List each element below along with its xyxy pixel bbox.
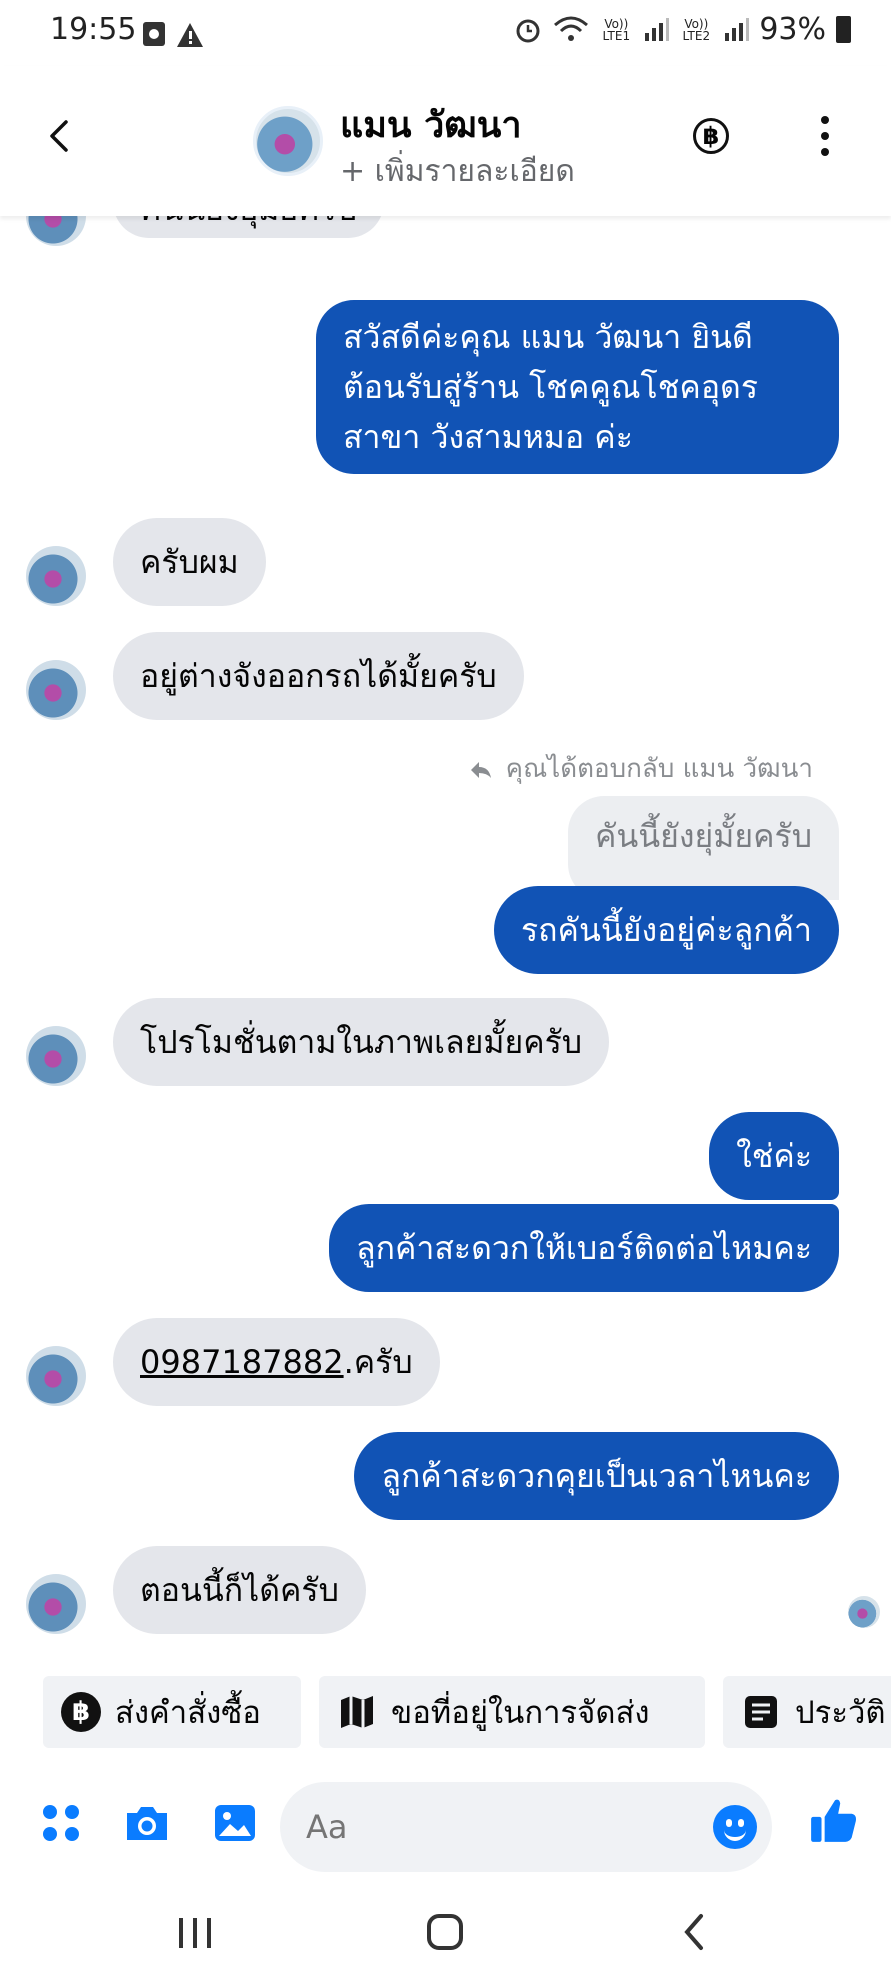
document-icon — [741, 1692, 781, 1732]
outgoing-message[interactable]: ลูกค้าสะดวกคุยเป็นเวลาไหนคะ — [354, 1432, 839, 1520]
contact-name[interactable]: แมน วัฒนา — [340, 96, 522, 153]
sender-avatar — [26, 1574, 86, 1634]
outgoing-message[interactable]: ใช่ค่ะ — [709, 1112, 839, 1200]
battery-icon — [836, 16, 851, 43]
seen-indicator-avatar — [848, 1596, 880, 1628]
message-input[interactable] — [280, 1782, 772, 1872]
map-icon — [337, 1692, 377, 1732]
apps-grid-icon[interactable] — [36, 1798, 86, 1848]
sender-avatar — [26, 1346, 86, 1406]
status-right: Vo)) LTE1 Vo)) LTE2 93% — [513, 12, 851, 47]
conversation-header: แมน วัฒนา + เพิ่มรายละเอียด ฿ — [0, 66, 891, 216]
incoming-message[interactable]: ครับผม — [113, 518, 266, 606]
home-icon[interactable] — [420, 1910, 470, 1956]
incoming-message[interactable]: โปรโมชั่นตามในภาพเลยมั้ยครับ — [113, 998, 610, 1086]
add-details-link[interactable]: + เพิ่มรายละเอียด — [340, 148, 575, 195]
status-notification-icons — [143, 20, 205, 54]
more-options-icon[interactable] — [815, 116, 835, 156]
outgoing-message[interactable]: รถคันนี้ยังอยู่ค่ะลูกค้า — [493, 886, 839, 974]
quick-actions-bar: ฿ ส่งคำสั่งซื้อ ขอที่อยู่ในการจัดส่ง ประ… — [0, 1676, 891, 1752]
notification-icon — [143, 22, 203, 47]
incoming-message: 0987187882.ครับ — [113, 1318, 440, 1406]
recent-apps-icon[interactable] — [170, 1910, 220, 1956]
sender-avatar — [26, 546, 86, 606]
incoming-message[interactable]: ตอนนี้ก็ได้ครับ — [113, 1546, 366, 1634]
message-composer — [0, 1770, 891, 1880]
status-bar: 19:55 Vo)) LTE1 Vo)) LTE2 93% — [0, 0, 891, 66]
alarm-icon — [516, 19, 540, 42]
outgoing-message[interactable]: สวัสดีค่ะคุณ แมน วัฒนา ยินดีต้อนรับสู่ร้… — [316, 300, 839, 474]
back-nav-icon[interactable] — [670, 1910, 720, 1956]
back-arrow-icon[interactable] — [40, 116, 80, 156]
chip-label: ขอที่อยู่ในการจัดส่ง — [391, 1695, 650, 1731]
message-suffix: .ครับ — [343, 1343, 413, 1381]
battery-percent: 93% — [759, 12, 826, 47]
baht-icon: ฿ — [61, 1692, 101, 1732]
gallery-icon[interactable] — [210, 1798, 260, 1848]
sim1-label: Vo)) LTE1 — [602, 16, 631, 43]
reply-icon — [471, 761, 492, 778]
outgoing-message[interactable]: ลูกค้าสะดวกให้เบอร์ติดต่อไหมคะ — [328, 1204, 839, 1292]
status-time: 19:55 — [50, 12, 137, 47]
reply-indicator: คุณได้ตอบกลับ แมน วัฒนา — [469, 748, 813, 789]
incoming-message[interactable]: อยู่ต่างจังออกรถได้มั้ยครับ — [113, 632, 524, 720]
contact-avatar[interactable] — [253, 106, 323, 176]
sim2-label: Vo)) LTE2 — [682, 16, 711, 43]
camera-icon[interactable] — [122, 1798, 172, 1848]
history-chip[interactable]: ประวัติ — [723, 1676, 891, 1748]
sender-avatar — [26, 1026, 86, 1086]
wifi-icon — [554, 16, 589, 41]
baht-payment-button[interactable]: ฿ — [693, 118, 729, 154]
sender-avatar — [26, 660, 86, 720]
reply-text: คุณได้ตอบกลับ แมน วัฒนา — [505, 754, 813, 784]
signal-icon — [645, 17, 670, 41]
send-order-chip[interactable]: ฿ ส่งคำสั่งซื้อ — [43, 1676, 301, 1748]
request-address-chip[interactable]: ขอที่อยู่ในการจัดส่ง — [319, 1676, 705, 1748]
system-nav-bar — [0, 1880, 891, 1980]
message-list: คันนียังยุ่มัยครับ สวัสดีค่ะคุณ แมน วัฒน… — [0, 166, 891, 1665]
signal-icon — [725, 17, 750, 41]
chip-label: ประวัติ — [795, 1695, 886, 1731]
phone-number-link[interactable]: 0987187882 — [140, 1343, 344, 1381]
quoted-message[interactable]: คันนี้ยังยุ่มั้ยครับ — [567, 796, 839, 900]
chip-label: ส่งคำสั่งซื้อ — [115, 1695, 261, 1731]
emoji-icon[interactable] — [713, 1805, 757, 1849]
like-thumb-icon[interactable] — [808, 1794, 860, 1846]
